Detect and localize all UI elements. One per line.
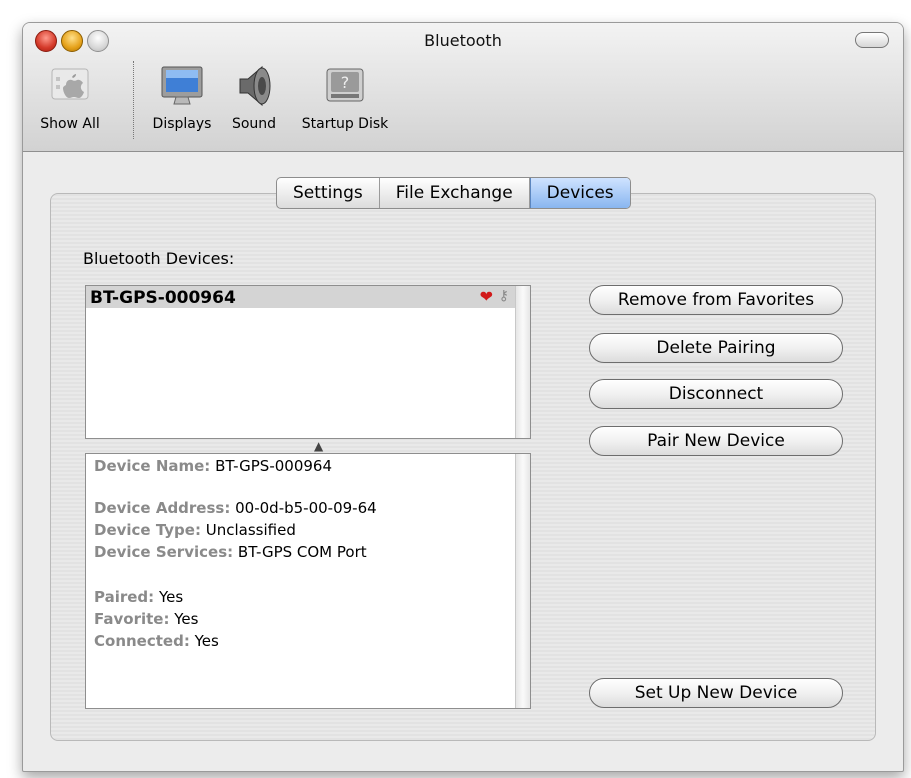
disconnect-button[interactable]: Disconnect (589, 379, 843, 409)
detail-key: Device Services: (94, 543, 234, 561)
detail-device-type: Device Type: Unclassified (94, 521, 296, 539)
hard-disk-icon: ? (323, 63, 367, 107)
detail-paired: Paired: Yes (94, 588, 183, 606)
detail-value: Yes (194, 632, 219, 650)
detail-key: Paired: (94, 588, 155, 606)
remove-from-favorites-button[interactable]: Remove from Favorites (589, 285, 843, 315)
detail-value: Yes (174, 610, 199, 628)
favorite-heart-icon: ❤ (479, 287, 493, 306)
detail-device-services: Device Services: BT-GPS COM Port (94, 543, 367, 561)
bluetooth-devices-label: Bluetooth Devices: (83, 249, 235, 268)
detail-value: Yes (158, 588, 184, 606)
speaker-icon (232, 63, 276, 107)
toolbar-label: Show All (40, 116, 100, 132)
tab-file-exchange[interactable]: File Exchange (380, 178, 530, 208)
caret-up-icon: ▲ (314, 439, 324, 453)
toolbar-label: Startup Disk (301, 116, 389, 132)
detail-device-address: Device Address: 00-0d-b5-00-09-64 (94, 499, 377, 517)
tab-bar: Settings File Exchange Devices (276, 177, 631, 209)
display-icon (160, 63, 204, 107)
split-view-divider[interactable]: ▲ (85, 437, 531, 453)
detail-key: Device Address: (94, 499, 231, 517)
toolbar-sound[interactable]: Sound (221, 63, 287, 132)
toolbar-toggle-button[interactable] (855, 32, 889, 48)
window-title: Bluetooth (424, 31, 502, 50)
detail-value: Unclassified (205, 521, 296, 539)
device-name: BT-GPS-000964 (90, 288, 236, 308)
detail-value: BT-GPS-000964 (215, 457, 332, 475)
apple-logo-icon (48, 63, 92, 107)
paired-key-icon: ⚷ (498, 288, 509, 304)
detail-connected: Connected: Yes (94, 632, 219, 650)
detail-value: BT-GPS COM Port (237, 543, 367, 561)
device-row[interactable]: BT-GPS-000964 ❤ ⚷ (86, 286, 515, 308)
detail-device-name: Device Name: BT-GPS-000964 (94, 457, 332, 475)
delete-pairing-button[interactable]: Delete Pairing (589, 333, 843, 363)
toolbar-show-all[interactable]: Show All (29, 63, 111, 132)
device-list: BT-GPS-000964 ❤ ⚷ (85, 285, 531, 439)
svg-text:?: ? (341, 73, 350, 92)
toolbar-displays[interactable]: Displays (143, 63, 221, 132)
detail-key: Device Type: (94, 521, 201, 539)
detail-key: Device Name: (94, 457, 211, 475)
toolbar-label: Displays (152, 116, 212, 132)
pair-new-device-button[interactable]: Pair New Device (589, 426, 843, 456)
toolbar-startup-disk[interactable]: ? Startup Disk (289, 63, 401, 132)
device-list-scrollbar[interactable] (515, 286, 530, 438)
detail-key: Favorite: (94, 610, 170, 628)
tab-settings[interactable]: Settings (277, 178, 380, 208)
bluetooth-preferences-window: Bluetooth Show All Displays Sound ? Star… (22, 22, 904, 772)
detail-key: Connected: (94, 632, 190, 650)
tab-devices[interactable]: Devices (529, 178, 630, 208)
details-scrollbar[interactable] (515, 454, 530, 708)
toolbar-label: Sound (231, 116, 277, 132)
toolbar-separator (133, 61, 134, 139)
device-details: Device Name: BT-GPS-000964 Device Addres… (85, 453, 531, 709)
title-bar: Bluetooth Show All Displays Sound ? Star… (23, 23, 903, 152)
detail-favorite: Favorite: Yes (94, 610, 198, 628)
detail-value: 00-0d-b5-00-09-64 (235, 499, 377, 517)
set-up-new-device-button[interactable]: Set Up New Device (589, 678, 843, 708)
